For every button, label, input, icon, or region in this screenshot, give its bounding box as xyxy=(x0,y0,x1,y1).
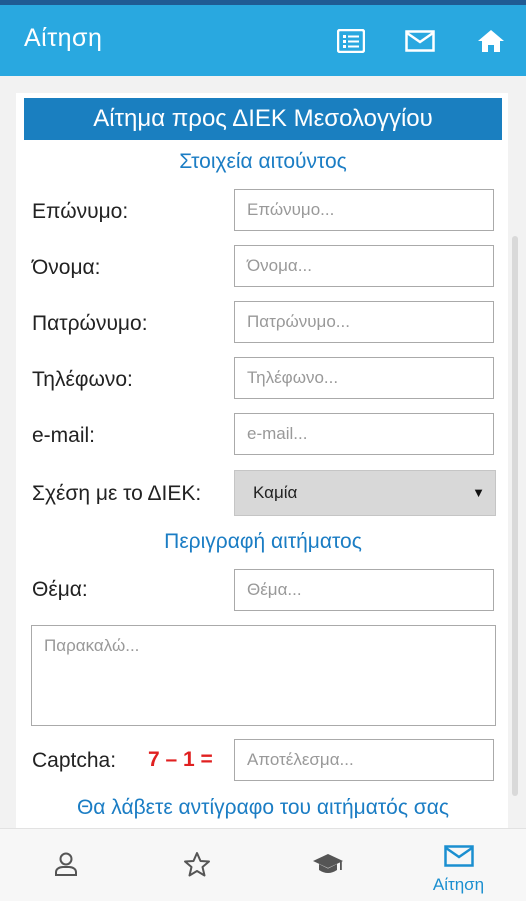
applicant-section-title: Στοιχεία αιτούντος xyxy=(179,150,347,173)
email-label: e-mail: xyxy=(32,424,96,447)
person-icon xyxy=(53,851,79,882)
graduation-cap-icon xyxy=(312,851,344,882)
phone-label: Τηλέφωνο: xyxy=(32,368,133,391)
relation-selected-value: Καμία xyxy=(253,483,298,502)
surname-label: Επώνυμο: xyxy=(32,200,129,223)
star-icon xyxy=(183,851,211,882)
mail-icon xyxy=(443,845,474,872)
nav-item-request[interactable]: Αίτηση xyxy=(393,829,524,901)
nav-item-request-label: Αίτηση xyxy=(432,875,485,894)
bottom-nav: Αίτηση xyxy=(0,828,526,901)
relation-select[interactable]: Καμία ▼ xyxy=(234,470,496,516)
message-textarea[interactable]: Παρακαλώ... xyxy=(31,625,496,726)
nav-item-courses[interactable] xyxy=(262,829,393,901)
mail-icon[interactable] xyxy=(405,26,435,56)
app-bar: Αίτηση xyxy=(0,0,526,76)
phone-input[interactable]: Τηλέφωνο... xyxy=(234,357,494,399)
father-name-label: Πατρώνυμο: xyxy=(32,312,148,335)
subject-label: Θέμα: xyxy=(32,578,88,601)
captcha-input[interactable]: Αποτέλεσμα... xyxy=(234,739,494,781)
nav-item-favorites[interactable] xyxy=(131,829,262,901)
captcha-equation: 7 – 1 = xyxy=(148,748,213,771)
captcha-label: Captcha: xyxy=(32,749,117,772)
dropdown-arrow-icon: ▼ xyxy=(472,485,485,500)
relation-label: Σχέση με το ΔΙΕΚ: xyxy=(32,482,202,505)
scrollbar[interactable] xyxy=(512,236,518,796)
father-name-input[interactable]: Πατρώνυμο... xyxy=(234,301,494,343)
surname-input[interactable]: Επώνυμο... xyxy=(234,189,494,231)
first-name-input[interactable]: Όνομα... xyxy=(234,245,494,287)
subject-input[interactable]: Θέμα... xyxy=(234,569,494,611)
nav-item-profile[interactable] xyxy=(0,829,131,901)
copy-note: Θα λάβετε αντίγραφο του αιτήματός σας xyxy=(76,796,450,819)
request-section-title: Περιγραφή αιτήματος xyxy=(164,530,362,553)
first-name-label: Όνομα: xyxy=(32,256,101,279)
status-strip xyxy=(0,0,526,5)
email-input[interactable]: e-mail... xyxy=(234,413,494,455)
page-title: Αίτηση xyxy=(24,24,103,52)
home-icon[interactable] xyxy=(476,26,506,56)
form-title: Αίτημα προς ΔΙΕΚ Μεσολογγίου xyxy=(24,98,502,140)
list-icon[interactable] xyxy=(336,26,366,56)
